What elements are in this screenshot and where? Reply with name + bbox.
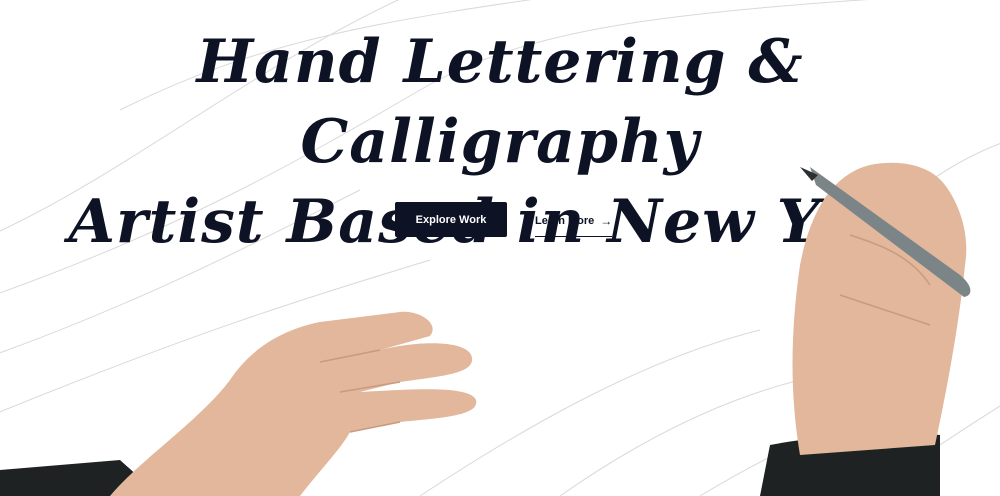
explore-work-button[interactable]: Explore Work [395,202,507,237]
left-hand-shape [110,311,477,496]
right-hand-with-pen-image [760,162,971,496]
learn-more-link[interactable]: Learn More → [535,208,613,237]
learn-more-label: Learn More [535,215,595,227]
arrow-right-icon: → [600,214,613,228]
left-hand-image [0,311,477,496]
